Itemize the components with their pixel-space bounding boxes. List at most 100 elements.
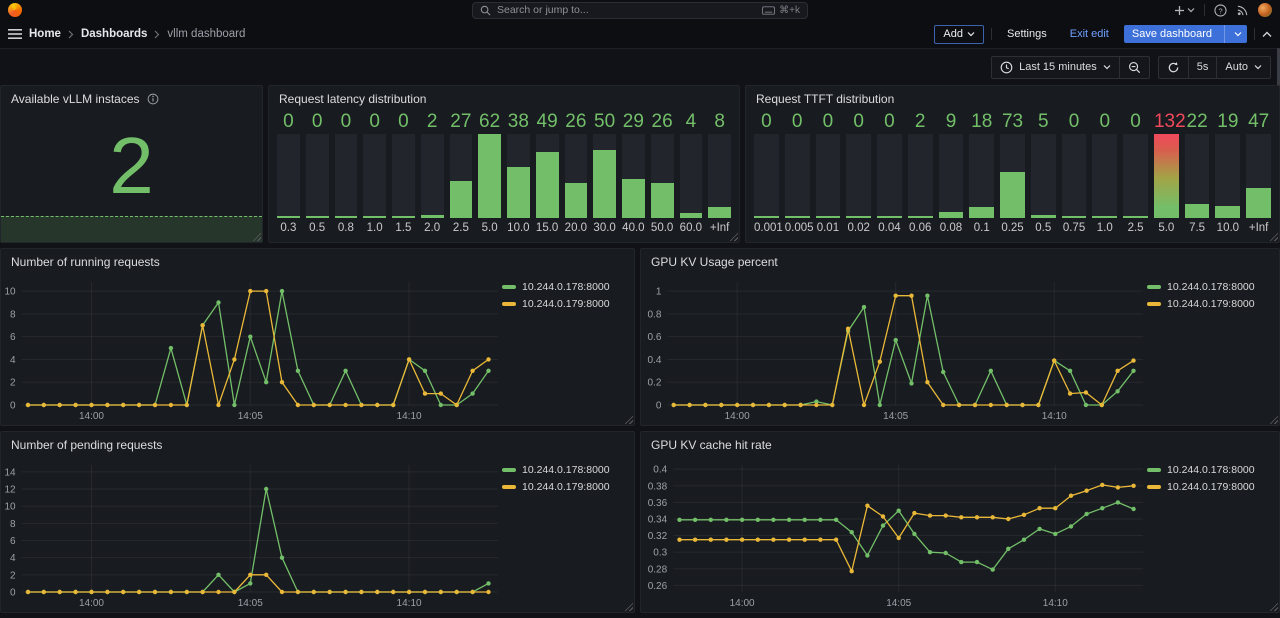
zoom-out-button[interactable] (1120, 57, 1149, 78)
bar-bucket-label: 0.5 (306, 218, 329, 237)
refresh-interval-picker[interactable]: 5s (1189, 57, 1217, 77)
legend-item[interactable]: 10.244.0.179:8000 (502, 298, 626, 310)
legend-item[interactable]: 10.244.0.178:8000 (1147, 281, 1271, 293)
divider (1254, 28, 1255, 40)
panel-header[interactable]: Request TTFT distribution (746, 86, 1279, 108)
bar-cell: 227.5 (1185, 110, 1210, 237)
bar-value: 0 (335, 110, 358, 133)
bar-track (651, 134, 674, 218)
bar-fill (478, 134, 501, 218)
bar-fill (277, 216, 300, 218)
running-requests-chart[interactable]: 14:0014:0514:100246810 (1, 271, 502, 423)
grafana-logo-icon[interactable] (8, 3, 22, 17)
bar-cell: 47+Inf (1246, 110, 1271, 237)
bar-value: 0 (877, 110, 902, 133)
chevron-down-icon (1103, 64, 1111, 70)
bar-cell: 00.005 (785, 110, 810, 237)
svg-text:0.6: 0.6 (647, 332, 661, 343)
panel-header[interactable]: GPU KV Usage percent (641, 249, 1279, 271)
legend-item[interactable]: 10.244.0.178:8000 (1147, 464, 1271, 476)
bar-bucket-label: 2.5 (450, 218, 473, 237)
info-icon[interactable] (147, 93, 159, 105)
bar-cell: 8+Inf (708, 110, 731, 237)
bar-track (507, 134, 530, 218)
bar-bucket-label: 60.0 (680, 218, 703, 237)
bar-fill (306, 216, 329, 218)
menu-icon[interactable] (8, 28, 22, 40)
bar-fill (1123, 216, 1148, 218)
bar-value: 2 (908, 110, 933, 133)
legend-item[interactable]: 10.244.0.179:8000 (1147, 298, 1271, 310)
bar-bucket-label: 0.3 (277, 218, 300, 237)
save-options-button[interactable] (1229, 28, 1247, 40)
bar-track (1092, 134, 1117, 218)
bar-track (877, 134, 902, 218)
legend-item[interactable]: 10.244.0.179:8000 (1147, 481, 1271, 493)
bar-bucket-label: 2.5 (1123, 218, 1148, 237)
breadcrumb-current: vllm dashboard (167, 28, 245, 40)
bar-fill (1031, 215, 1056, 218)
auto-variable-picker[interactable]: Auto (1217, 57, 1270, 77)
bar-value: 0 (306, 110, 329, 133)
breadcrumb-home[interactable]: Home (29, 28, 61, 40)
bar-value: 0 (754, 110, 779, 133)
bar-fill (536, 152, 559, 218)
bar-cell: 460.0 (680, 110, 703, 237)
legend-series-color (502, 302, 516, 306)
svg-text:4: 4 (10, 553, 16, 564)
panel-header[interactable]: GPU KV cache hit rate (641, 432, 1279, 454)
exit-edit-button[interactable]: Exit edit (1062, 26, 1117, 43)
bar-value: 27 (450, 110, 473, 133)
chevron-down-icon (1187, 7, 1195, 13)
dashboard-toolbar: Last 15 minutes 5s Auto (0, 49, 1280, 85)
bar-value: 0 (392, 110, 415, 133)
divider (991, 28, 992, 40)
bar-track (450, 134, 473, 218)
svg-text:14:00: 14:00 (730, 598, 755, 609)
svg-text:14:05: 14:05 (238, 598, 263, 609)
help-button[interactable]: ? (1214, 4, 1227, 17)
panel-header[interactable]: Request latency distribution (269, 86, 739, 108)
legend-item[interactable]: 10.244.0.178:8000 (502, 281, 626, 293)
bar-value: 18 (969, 110, 994, 133)
search-placeholder: Search or jump to... (497, 4, 756, 16)
bar-bucket-label: 2.0 (421, 218, 444, 237)
gpu-kv-cache-hit-chart[interactable]: 14:0014:0514:100.260.280.30.320.340.360.… (641, 454, 1147, 610)
bar-value: 62 (478, 110, 501, 133)
bar-cell: 730.25 (1000, 110, 1025, 237)
bar-fill (593, 150, 616, 218)
svg-text:14:10: 14:10 (397, 411, 422, 422)
bar-bucket-label: 1.0 (1092, 218, 1117, 237)
bar-value: 0 (1092, 110, 1117, 133)
legend-item[interactable]: 10.244.0.179:8000 (502, 481, 626, 493)
bar-track (1215, 134, 1240, 218)
pending-requests-chart[interactable]: 14:0014:0514:1002468101214 (1, 454, 502, 610)
save-dashboard-button[interactable]: Save dashboard (1124, 25, 1247, 43)
chevron-up-icon[interactable] (1262, 31, 1272, 38)
bar-track (1246, 134, 1271, 218)
settings-button[interactable]: Settings (999, 26, 1055, 43)
bar-value: 29 (622, 110, 645, 133)
user-avatar[interactable] (1258, 3, 1272, 17)
gpu-kv-usage-chart[interactable]: 14:0014:0514:1000.20.40.60.81 (641, 271, 1147, 423)
news-button[interactable] (1236, 4, 1249, 17)
breadcrumb-dashboards[interactable]: Dashboards (81, 28, 147, 40)
add-button[interactable]: Add (934, 25, 984, 44)
panel-header[interactable]: Number of running requests (1, 249, 634, 271)
bar-cell: 00.01 (816, 110, 841, 237)
svg-text:14:05: 14:05 (883, 411, 908, 422)
bar-fill (846, 216, 871, 218)
legend-item[interactable]: 10.244.0.178:8000 (502, 464, 626, 476)
time-range-picker[interactable]: Last 15 minutes (992, 57, 1119, 78)
svg-text:10: 10 (4, 287, 16, 298)
add-new-button[interactable] (1174, 5, 1195, 16)
svg-text:14:00: 14:00 (79, 598, 104, 609)
panel-header[interactable]: Number of pending requests (1, 432, 634, 454)
legend-series-color (502, 468, 516, 472)
bar-cell: 4915.0 (536, 110, 559, 237)
panel-gpu-kv-cache-hit-rate: GPU KV cache hit rate 14:0014:0514:100.2… (640, 431, 1280, 613)
search-input[interactable]: Search or jump to... ⌘+k (472, 2, 808, 19)
refresh-button[interactable] (1159, 57, 1188, 78)
panel-header[interactable]: Available vLLM instaces (1, 86, 262, 108)
panel-title-text: GPU KV cache hit rate (651, 438, 772, 452)
